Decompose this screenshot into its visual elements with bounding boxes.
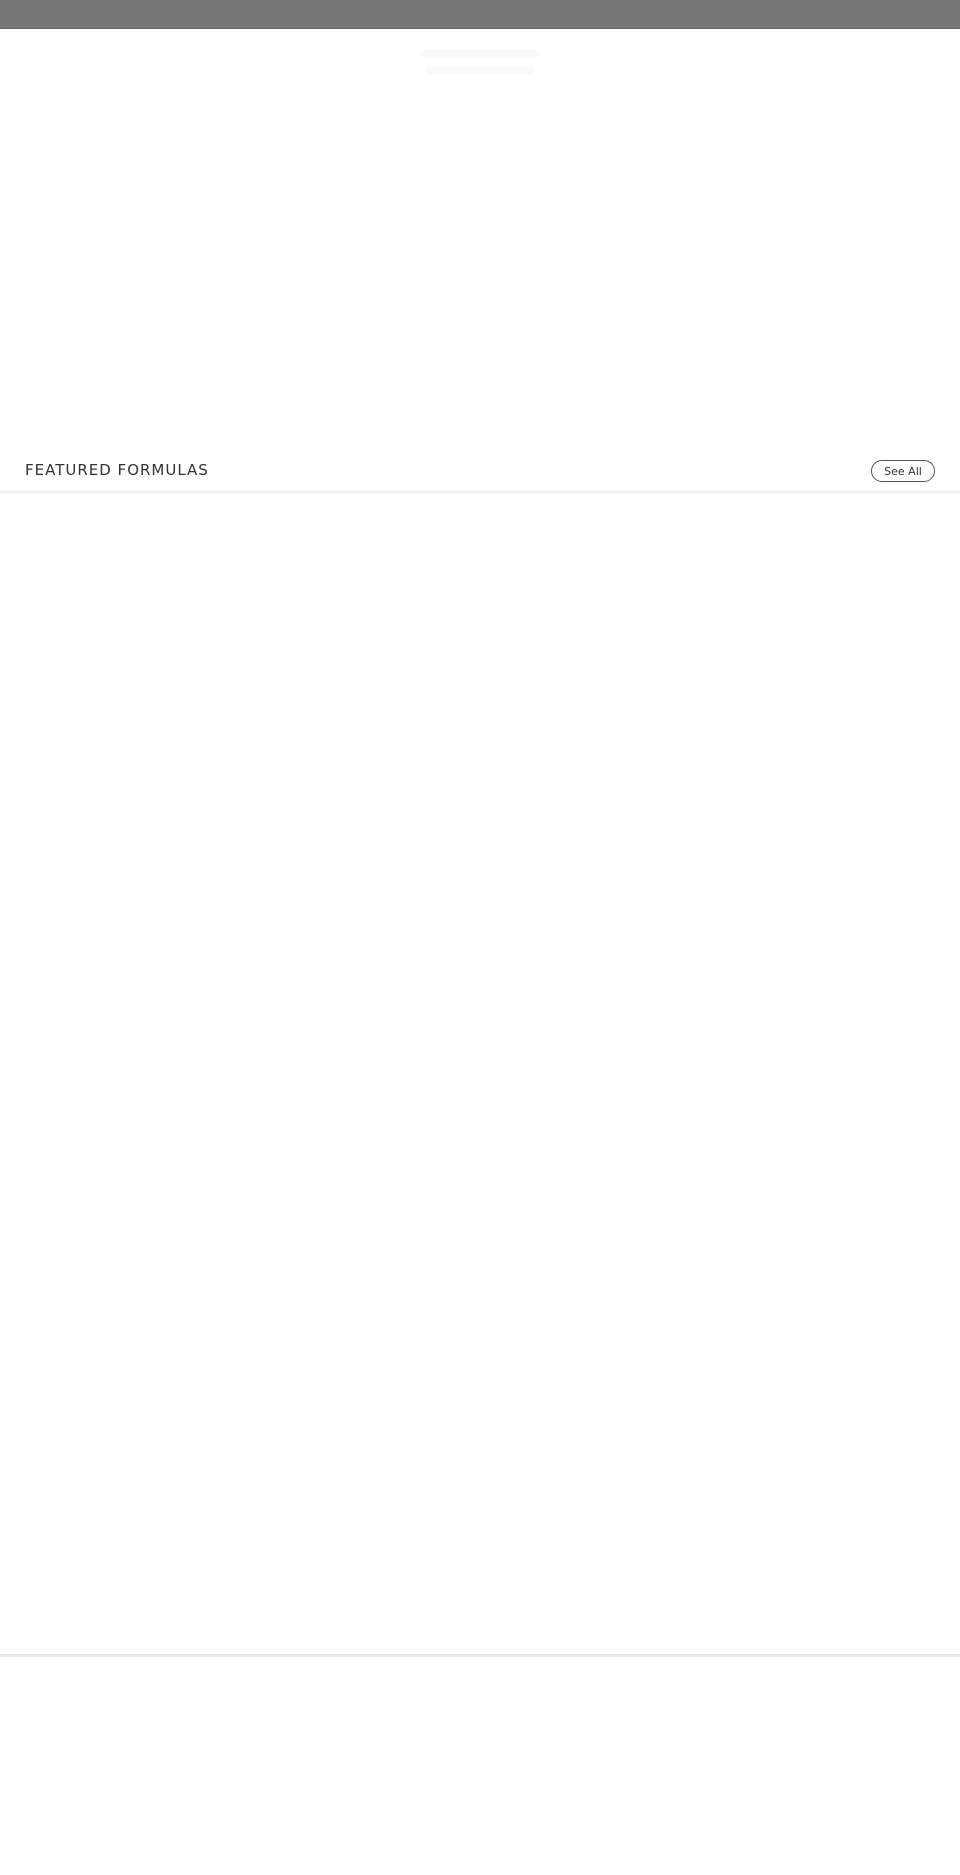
- hero-banner: [0, 29, 960, 449]
- footer-area: [0, 1657, 960, 1875]
- featured-formulas-header: FEATURED FORMULAS See All: [0, 449, 960, 493]
- hero-faint-tagline: [425, 67, 535, 75]
- section-title: FEATURED FORMULAS: [25, 461, 209, 479]
- top-navigation-bar: [0, 0, 960, 29]
- featured-formulas-content: [0, 493, 960, 1653]
- see-all-button[interactable]: See All: [871, 460, 935, 482]
- hero-faint-logo: [420, 49, 540, 57]
